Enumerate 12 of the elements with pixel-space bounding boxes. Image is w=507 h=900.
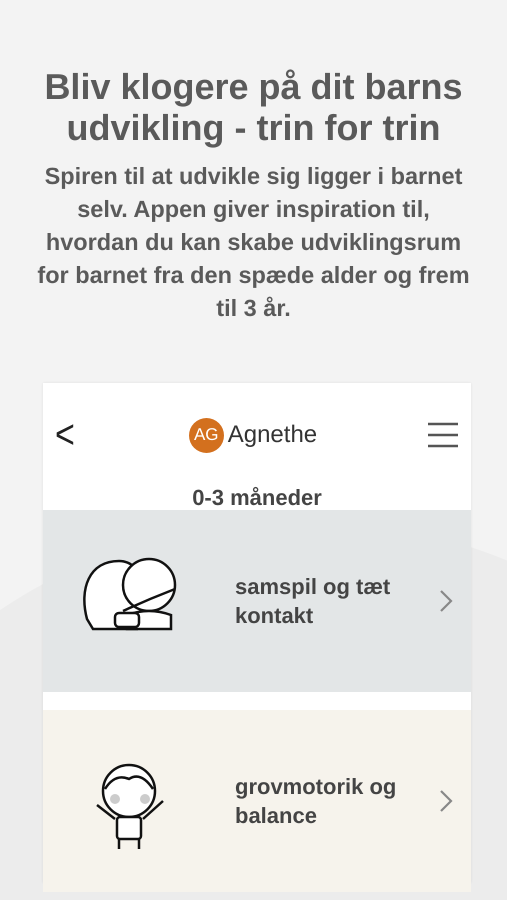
chevron-icon: [439, 789, 453, 813]
back-button[interactable]: <: [51, 412, 79, 458]
menu-icon[interactable]: [427, 422, 459, 448]
category-card[interactable]: grovmotorik og balance: [43, 710, 471, 892]
age-group-title: 0-3 måneder: [191, 485, 323, 510]
headline: Bliv klogere på dit barns udvikling - trin for trin: [43, 65, 464, 148]
profile-name: Agnethe: [228, 421, 318, 449]
chevron-icon: [439, 589, 453, 613]
category-card[interactable]: samspil og tæt kontakt: [43, 510, 471, 692]
category-label: samspil og tæt kontakt: [235, 573, 392, 630]
description: Spiren til at udvikle sig ligger i barnet selv. Appen giver inspiration til, hvordan du kan skabe udviklingsrum for barnet fra den spæde alder og frem til 3 år.: [36, 162, 471, 323]
category-label: grovmotorik og balance: [235, 773, 398, 830]
